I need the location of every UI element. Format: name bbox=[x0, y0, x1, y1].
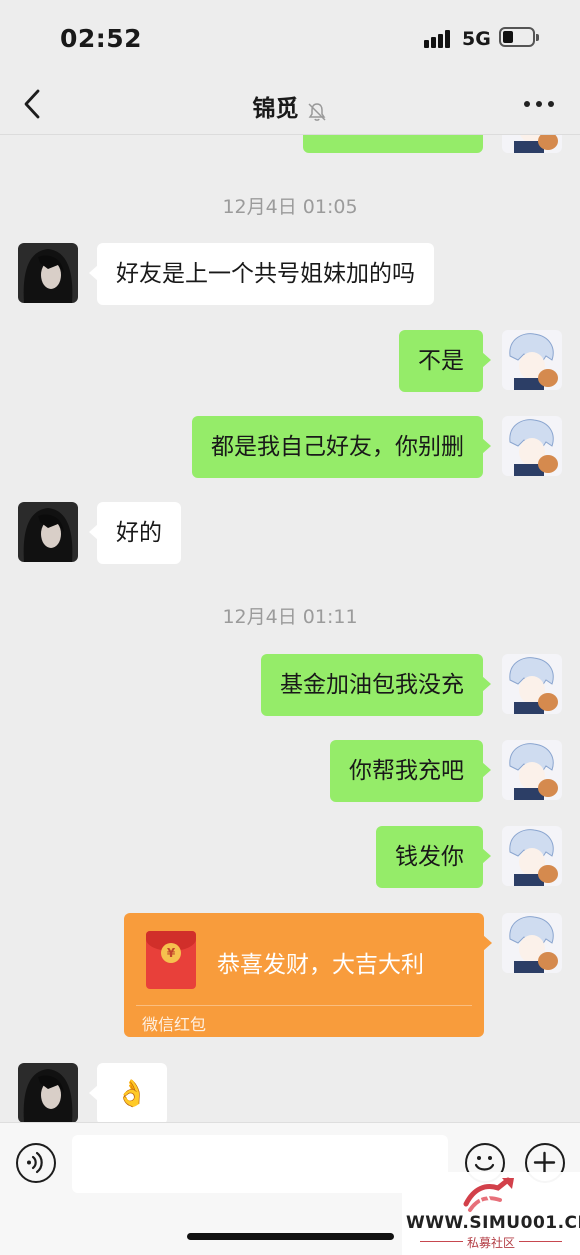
voice-input-button[interactable] bbox=[16, 1143, 56, 1183]
my-avatar[interactable] bbox=[502, 654, 562, 714]
partial-message-bubble[interactable] bbox=[303, 135, 483, 153]
coin-icon: ¥ bbox=[161, 943, 181, 963]
chat-screen: 02:52 5G 锦觅 12月4日 01:05 好友是上一个共号姐妹加的吗 不是… bbox=[0, 0, 580, 1255]
my-avatar[interactable] bbox=[502, 740, 562, 800]
red-packet-greeting: 恭喜发财，大吉大利 bbox=[217, 952, 424, 978]
watermark-url: WWW.SIMU001.CN bbox=[406, 1213, 580, 1233]
message-bubble[interactable]: 好的 bbox=[89, 502, 181, 564]
red-envelope-icon: ¥ bbox=[146, 931, 196, 989]
mute-bell-icon bbox=[308, 102, 326, 121]
contact-avatar[interactable] bbox=[18, 243, 78, 303]
red-packet-message[interactable]: ¥ 恭喜发财，大吉大利 微信红包 bbox=[124, 913, 492, 1037]
message-input[interactable] bbox=[72, 1135, 448, 1193]
status-time: 02:52 bbox=[60, 24, 143, 53]
signal-icon bbox=[424, 30, 454, 48]
my-avatar[interactable] bbox=[502, 826, 562, 886]
voice-icon bbox=[27, 1151, 43, 1174]
battery-icon bbox=[499, 27, 539, 47]
timestamp: 12月4日 01:11 bbox=[222, 606, 358, 628]
watermark-subtitle: 私募社区 bbox=[402, 1234, 580, 1251]
message-list[interactable]: 12月4日 01:05 好友是上一个共号姐妹加的吗 不是 都是我自己好友，你别删… bbox=[0, 135, 580, 1122]
contact-avatar[interactable] bbox=[18, 502, 78, 562]
my-avatar[interactable] bbox=[502, 913, 562, 973]
message-bubble[interactable]: 都是我自己好友，你别删 bbox=[192, 416, 491, 478]
message-bubble[interactable]: 基金加油包我没充 bbox=[261, 654, 491, 716]
nav-bar: 锦觅 bbox=[0, 75, 580, 135]
message-bubble[interactable]: 不是 bbox=[399, 330, 491, 392]
message-bubble[interactable]: 你帮我充吧 bbox=[330, 740, 491, 802]
more-options-button[interactable] bbox=[522, 93, 556, 113]
ok-hand-emoji-message[interactable]: 👌 bbox=[89, 1063, 167, 1122]
timestamp: 12月4日 01:05 bbox=[222, 196, 358, 218]
message-bubble[interactable]: 钱发你 bbox=[376, 826, 491, 888]
watermark-logo-icon bbox=[463, 1177, 514, 1212]
chat-title: 锦觅 bbox=[252, 96, 299, 122]
my-avatar[interactable] bbox=[502, 135, 562, 153]
home-indicator bbox=[187, 1233, 394, 1240]
divider bbox=[136, 1005, 472, 1006]
contact-avatar[interactable] bbox=[18, 1063, 78, 1122]
message-bubble[interactable]: 好友是上一个共号姐妹加的吗 bbox=[89, 243, 434, 305]
network-type: 5G bbox=[462, 28, 491, 50]
my-avatar[interactable] bbox=[502, 416, 562, 476]
red-packet-label: 微信红包 bbox=[142, 1015, 207, 1034]
status-bar: 02:52 5G bbox=[0, 0, 580, 75]
title-area: 锦觅 bbox=[0, 89, 580, 123]
my-avatar[interactable] bbox=[502, 330, 562, 390]
watermark: WWW.SIMU001.CN 私募社区 bbox=[402, 1172, 580, 1255]
